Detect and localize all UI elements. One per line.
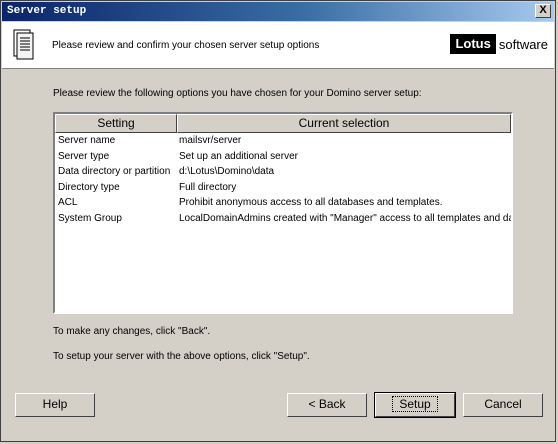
table-row[interactable]: Data directory or partition d:\Lotus\Dom… [55, 164, 511, 180]
table-row[interactable]: Server name mailsvr/server [55, 133, 511, 149]
selection-cell: d:\Lotus\Domino\data [179, 166, 275, 178]
document-icon [13, 29, 34, 60]
setting-cell: ACL [58, 197, 78, 209]
column-header-setting[interactable]: Setting [55, 114, 177, 133]
cancel-button[interactable]: Cancel [463, 393, 543, 417]
table-row[interactable]: Server type Set up an additional server [55, 149, 511, 165]
setup-button-label: Setup [392, 396, 438, 412]
setting-cell: Data directory or partition [58, 166, 171, 178]
selection-cell: mailsvr/server [179, 135, 242, 146]
lotus-software-logo: Lotus software [450, 34, 548, 54]
intro-text: Please review the following options you … [53, 88, 422, 99]
selection-cell: Set up an additional server [179, 150, 298, 162]
list-header: Setting Current selection [55, 114, 511, 133]
setting-cell: Server type [58, 150, 110, 162]
table-row[interactable]: System Group LocalDomainAdmins created w… [55, 211, 511, 227]
logo-suffix: software [498, 36, 548, 52]
setting-cell: Server name [58, 135, 116, 146]
column-header-current-selection[interactable]: Current selection [177, 114, 511, 133]
selection-cell: LocalDomainAdmins created with "Manager"… [179, 212, 511, 224]
close-button[interactable]: X [535, 4, 551, 18]
setting-cell: Directory type [58, 181, 120, 193]
table-row[interactable]: ACL Prohibit anonymous access to all dat… [55, 195, 511, 211]
logo-brand: Lotus [450, 34, 496, 54]
title-bar[interactable]: Server setup X [2, 2, 554, 21]
help-button[interactable]: Help [15, 393, 95, 417]
header-panel: Please review and confirm your chosen se… [2, 22, 554, 69]
back-instruction: To make any changes, click "Back". [53, 326, 211, 337]
table-row[interactable]: Directory type Full directory [55, 180, 511, 196]
selection-cell: Prohibit anonymous access to all databas… [179, 197, 443, 209]
server-setup-window: Server setup X Please review and confirm… [0, 0, 556, 442]
setup-button[interactable]: Setup [374, 392, 456, 418]
setup-instruction: To setup your server with the above opti… [53, 351, 310, 362]
window-title: Server setup [7, 5, 87, 17]
setting-cell: System Group [58, 212, 122, 224]
settings-list[interactable]: Setting Current selection Server name ma… [53, 112, 513, 314]
back-button[interactable]: < Back [287, 393, 367, 417]
header-instruction: Please review and confirm your chosen se… [52, 40, 320, 51]
selection-cell: Full directory [179, 181, 237, 193]
